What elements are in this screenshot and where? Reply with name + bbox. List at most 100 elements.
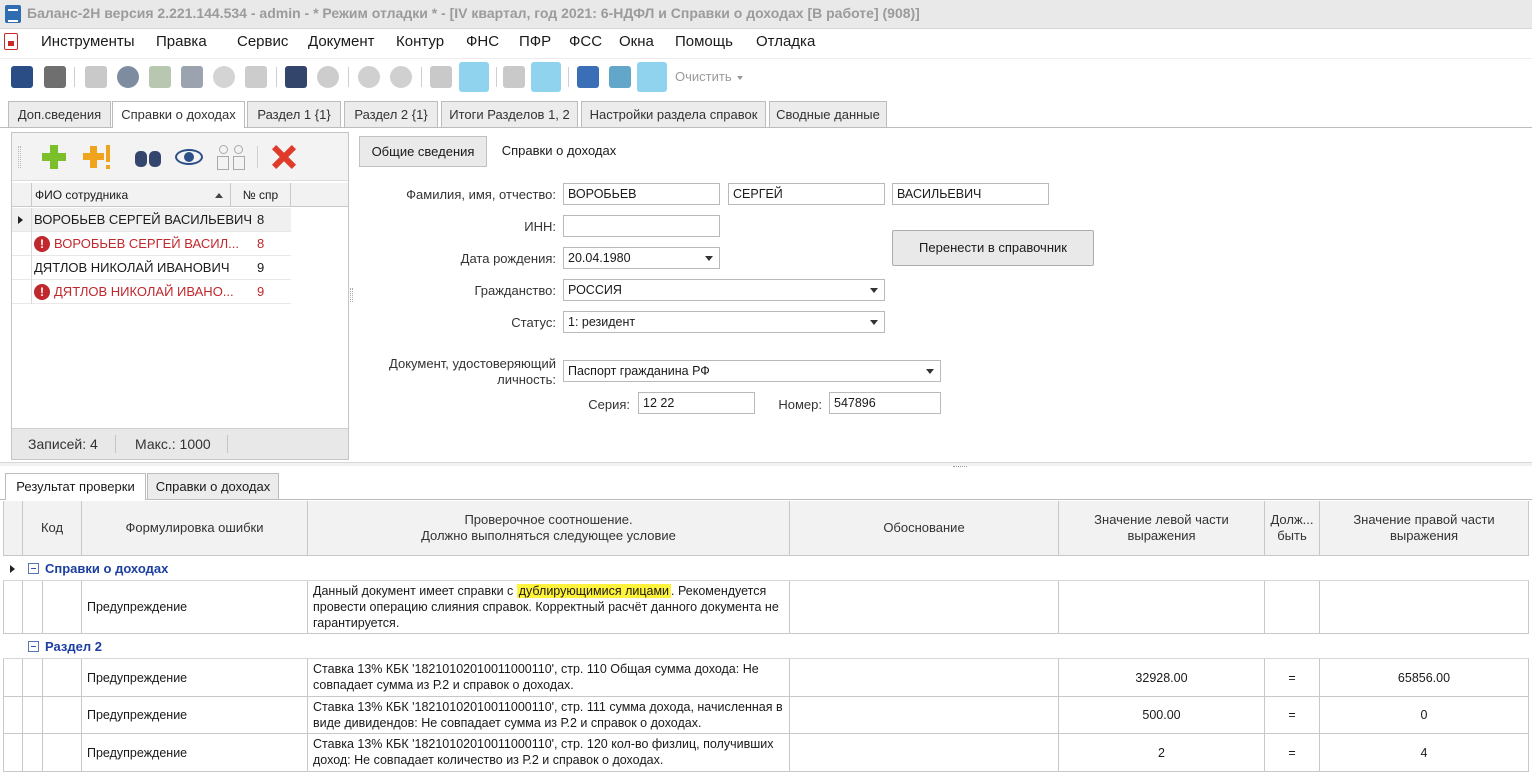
check-text-cell[interactable]: Данный документ имеет справки с дублирую… (308, 581, 790, 634)
left-value-cell[interactable]: 32928.00 (1059, 659, 1265, 697)
filter-icon[interactable] (317, 66, 339, 88)
tab-section-1[interactable]: Раздел 1 {1} (247, 101, 341, 127)
error-type-cell[interactable]: Предупреждение (82, 581, 308, 634)
menu-kontur[interactable]: Контур (396, 33, 444, 50)
reason-cell[interactable] (790, 659, 1059, 697)
series-field[interactable]: 12 22 (638, 392, 755, 414)
tab-section-totals[interactable]: Итоги Разделов 1, 2 (441, 101, 578, 127)
error-type-cell[interactable]: Предупреждение (82, 697, 308, 734)
layout-icon[interactable] (609, 66, 631, 88)
operator-cell[interactable]: = (1265, 659, 1320, 697)
citizenship-select[interactable]: РОССИЯ (563, 279, 885, 301)
chevron-down-icon[interactable] (870, 320, 878, 325)
menu-debug[interactable]: Отладка (756, 33, 815, 50)
print-icon[interactable] (44, 66, 66, 88)
add-icon[interactable] (40, 143, 68, 171)
column-header-number[interactable]: № спр (231, 183, 291, 207)
reason-cell[interactable] (790, 581, 1059, 634)
horizontal-splitter[interactable] (0, 462, 1532, 466)
status-select[interactable]: 1: резидент (563, 311, 885, 333)
operator-cell[interactable] (1265, 581, 1320, 634)
chevron-down-icon[interactable] (926, 369, 934, 374)
chevron-down-icon[interactable] (870, 288, 878, 293)
binoculars-icon[interactable] (134, 143, 162, 171)
error-type-cell[interactable]: Предупреждение (82, 734, 308, 772)
clear-button[interactable]: Очистить (675, 69, 744, 84)
left-value-cell[interactable] (1059, 581, 1265, 634)
rows-view-icon[interactable] (430, 66, 452, 88)
view-icon[interactable] (175, 143, 203, 171)
birth-date-field[interactable]: 20.04.1980 (563, 247, 720, 269)
last-name-field[interactable]: ВОРОБЬЕВ (563, 183, 720, 205)
collapse-icon[interactable] (28, 641, 39, 652)
delete-icon[interactable] (270, 143, 298, 171)
right-value-cell[interactable]: 4 (1320, 734, 1529, 772)
subtab-general[interactable]: Общие сведения (359, 136, 487, 167)
left-value-cell[interactable]: 500.00 (1059, 697, 1265, 734)
column-header-left-value[interactable]: Значение левой части выражения (1059, 501, 1265, 556)
document-type-select[interactable]: Паспорт гражданина РФ (563, 360, 941, 382)
group-row[interactable] (3, 557, 1529, 581)
barcode-icon[interactable] (637, 62, 667, 92)
code-cell[interactable] (43, 581, 82, 634)
vertical-splitter-grip[interactable] (350, 288, 353, 302)
add-warning-icon[interactable] (82, 143, 110, 171)
collapse-icon[interactable] (28, 563, 39, 574)
check-text-cell[interactable]: Ставка 13% КБК '18210102010011000110', с… (308, 697, 790, 734)
tab-section-2[interactable]: Раздел 2 {1} (344, 101, 438, 127)
menu-help[interactable]: Помощь (675, 33, 733, 50)
column-header-check[interactable]: Проверочное соотношение. Должно выполнят… (308, 501, 790, 556)
menu-service[interactable]: Сервис (237, 33, 288, 50)
check-document-icon[interactable] (149, 66, 171, 88)
merge-persons-icon[interactable] (217, 143, 245, 171)
code-cell[interactable] (43, 734, 82, 772)
check-text-cell[interactable]: Ставка 13% КБК '18210102010011000110', с… (308, 734, 790, 772)
right-value-cell[interactable] (1320, 581, 1529, 634)
menu-fss[interactable]: ФСС (569, 33, 602, 50)
error-type-cell[interactable]: Предупреждение (82, 659, 308, 697)
column-header-must-be[interactable]: Долж... быть (1265, 501, 1320, 556)
reason-cell[interactable] (790, 697, 1059, 734)
binoculars-icon[interactable] (285, 66, 307, 88)
approve-icon[interactable] (213, 66, 235, 88)
menu-edit[interactable]: Правка (156, 33, 207, 50)
tab-check-results[interactable]: Результат проверки (5, 473, 146, 500)
tab-certificate-settings[interactable]: Настройки раздела справок (581, 101, 766, 127)
split-icon[interactable] (577, 66, 599, 88)
tab-additional-info[interactable]: Доп.сведения (8, 101, 111, 127)
move-to-directory-button[interactable]: Перенести в справочник (892, 230, 1094, 266)
first-name-field[interactable]: СЕРГЕЙ (728, 183, 885, 205)
column-header-reason[interactable]: Обоснование (790, 501, 1059, 556)
remove-row-icon[interactable] (390, 66, 412, 88)
left-value-cell[interactable]: 2 (1059, 734, 1265, 772)
tab-summary[interactable]: Сводные данные (769, 101, 887, 127)
columns-view-icon[interactable] (459, 62, 489, 92)
export-icon[interactable] (245, 66, 267, 88)
inn-field[interactable] (563, 215, 720, 237)
middle-name-field[interactable]: ВАСИЛЬЕВИЧ (892, 183, 1049, 205)
tab-income-certificates[interactable]: Справки о доходах (112, 101, 245, 128)
add-row-icon[interactable] (358, 66, 380, 88)
save-icon[interactable] (11, 66, 33, 88)
check-text-cell[interactable]: Ставка 13% КБК '18210102010011000110', с… (308, 659, 790, 697)
column-header-code[interactable]: Код (23, 501, 82, 556)
gear-icon[interactable] (117, 66, 139, 88)
operator-cell[interactable]: = (1265, 697, 1320, 734)
column-header-fio[interactable]: ФИО сотрудника (32, 183, 231, 207)
code-cell[interactable] (43, 659, 82, 697)
splitter-grip[interactable] (953, 466, 967, 468)
column-header-right-value[interactable]: Значение правой части выражения (1320, 501, 1529, 556)
grid-view-icon[interactable] (531, 62, 561, 92)
table-icon[interactable] (503, 66, 525, 88)
right-value-cell[interactable]: 0 (1320, 697, 1529, 734)
document-icon[interactable] (4, 33, 18, 50)
column-header-error-text[interactable]: Формулировка ошибки (82, 501, 308, 556)
code-cell[interactable] (43, 697, 82, 734)
right-value-cell[interactable]: 65856.00 (1320, 659, 1529, 697)
operator-cell[interactable]: = (1265, 734, 1320, 772)
chevron-down-icon[interactable] (705, 256, 713, 261)
menu-pfr[interactable]: ПФР (519, 33, 551, 50)
menu-document[interactable]: Документ (308, 33, 375, 50)
xml-icon[interactable] (181, 66, 203, 88)
copy-icon[interactable] (85, 66, 107, 88)
